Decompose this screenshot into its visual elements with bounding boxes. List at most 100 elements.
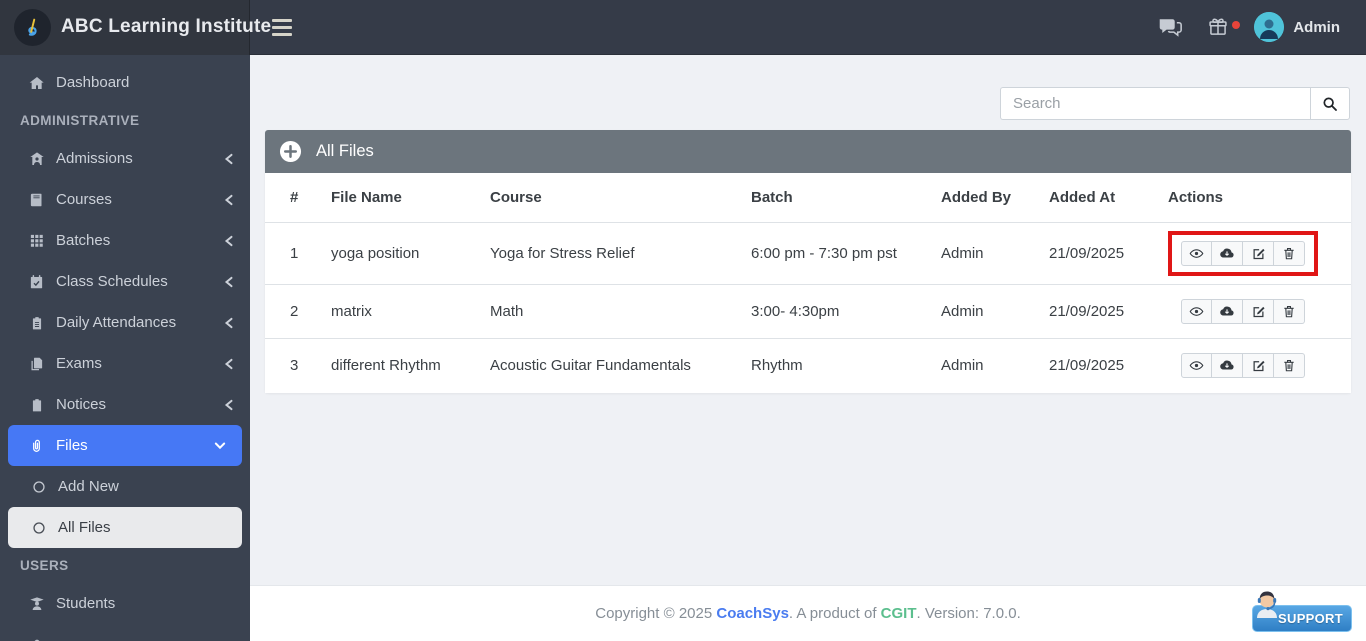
- table-row: 2 matrix Math 3:00- 4:30pm Admin 21/09/2…: [265, 285, 1351, 339]
- student-icon: [28, 596, 45, 612]
- grid-icon: [28, 233, 45, 248]
- col-batch: Batch: [751, 173, 941, 223]
- cell-file-name: yoga position: [331, 223, 490, 285]
- gifts-icon[interactable]: [1208, 17, 1228, 37]
- cell-actions: [1168, 339, 1351, 393]
- main-content: All Files # File Name Course Batch Added…: [250, 55, 1366, 641]
- support-agent-icon: [1250, 588, 1284, 627]
- cell-num: 2: [265, 285, 331, 339]
- download-button[interactable]: [1212, 353, 1243, 378]
- top-navbar: ABC Learning Institute: [0, 0, 1366, 55]
- sidebar-item-add-new[interactable]: Add New: [0, 466, 250, 507]
- sidebar-item-students[interactable]: Students: [0, 583, 250, 624]
- clipboard-icon: [28, 397, 45, 413]
- cell-course: Yoga for Stress Relief: [490, 223, 751, 285]
- col-actions: Actions: [1168, 173, 1351, 223]
- col-added-by: Added By: [941, 173, 1049, 223]
- panel-header: All Files: [265, 130, 1351, 173]
- brand-title: ABC Learning Institute: [61, 16, 271, 38]
- clipboard-list-icon: [28, 315, 45, 331]
- chevron-left-icon: [224, 276, 234, 288]
- cell-course: Math: [490, 285, 751, 339]
- view-button[interactable]: [1181, 299, 1212, 324]
- avatar: [1254, 12, 1284, 42]
- col-added-at: Added At: [1049, 173, 1168, 223]
- sidebar-item-daily-attendances[interactable]: Daily Attendances: [0, 302, 250, 343]
- download-button[interactable]: [1212, 241, 1243, 266]
- table-row: 3 different Rhythm Acoustic Guitar Funda…: [265, 339, 1351, 393]
- trash-icon: [1282, 304, 1296, 319]
- cell-num: 3: [265, 339, 331, 393]
- view-button[interactable]: [1181, 353, 1212, 378]
- circle-icon: [30, 521, 47, 535]
- edit-button[interactable]: [1243, 353, 1274, 378]
- cloud-download-icon: [1219, 304, 1235, 319]
- sidebar-toggle-icon[interactable]: [272, 19, 292, 36]
- edit-icon: [1251, 246, 1266, 261]
- chevron-left-icon: [224, 235, 234, 247]
- sidebar-item-exams[interactable]: Exams: [0, 343, 250, 384]
- cell-added-by: Admin: [941, 285, 1049, 339]
- search-button[interactable]: [1310, 87, 1350, 120]
- copy-icon: [28, 356, 45, 372]
- search-input[interactable]: [1000, 87, 1310, 120]
- chevron-left-icon: [224, 317, 234, 329]
- home-icon: [28, 75, 45, 91]
- delete-button[interactable]: [1274, 299, 1305, 324]
- cell-course: Acoustic Guitar Fundamentals: [490, 339, 751, 393]
- edit-button[interactable]: [1243, 299, 1274, 324]
- cell-added-at: 21/09/2025: [1049, 339, 1168, 393]
- brand[interactable]: ABC Learning Institute: [0, 0, 250, 55]
- search-icon: [1322, 96, 1338, 112]
- col-num: #: [265, 173, 331, 223]
- sidebar-item-batches[interactable]: Batches: [0, 220, 250, 261]
- cell-actions: [1168, 285, 1351, 339]
- sidebar-item-all-files[interactable]: All Files: [8, 507, 242, 548]
- sidebar-item-admissions[interactable]: Admissions: [0, 138, 250, 179]
- coachsys-link[interactable]: CoachSys: [716, 605, 789, 622]
- eye-icon: [1189, 304, 1204, 319]
- paperclip-icon: [28, 438, 45, 454]
- col-course: Course: [490, 173, 751, 223]
- delete-button[interactable]: [1274, 241, 1305, 266]
- chevron-left-icon: [224, 194, 234, 206]
- cloud-download-icon: [1219, 246, 1235, 261]
- support-button[interactable]: SUPPORT: [1252, 605, 1352, 632]
- calendar-check-icon: [28, 274, 45, 290]
- panel-title: All Files: [316, 142, 374, 161]
- app-logo-icon: [14, 9, 51, 46]
- sidebar-item-dashboard[interactable]: Dashboard: [0, 62, 250, 103]
- eye-icon: [1189, 358, 1204, 373]
- messages-icon[interactable]: [1158, 17, 1182, 37]
- sidebar-item-partial[interactable]: [0, 624, 250, 641]
- edit-button[interactable]: [1243, 241, 1274, 266]
- chevron-left-icon: [224, 153, 234, 165]
- view-button[interactable]: [1181, 241, 1212, 266]
- trash-icon: [1282, 358, 1296, 373]
- cell-added-by: Admin: [941, 223, 1049, 285]
- highlight-box: [1168, 231, 1318, 276]
- chevron-left-icon: [224, 358, 234, 370]
- sidebar-section-administrative: ADMINISTRATIVE: [0, 103, 250, 138]
- sidebar-item-files[interactable]: Files: [8, 425, 242, 466]
- download-button[interactable]: [1212, 299, 1243, 324]
- sidebar-item-class-schedules[interactable]: Class Schedules: [0, 261, 250, 302]
- notification-dot: [1232, 21, 1240, 29]
- user-menu[interactable]: Admin: [1254, 12, 1340, 42]
- cell-added-by: Admin: [941, 339, 1049, 393]
- col-file-name: File Name: [331, 173, 490, 223]
- cell-batch: 3:00- 4:30pm: [751, 285, 941, 339]
- search-group: [1000, 87, 1350, 120]
- cell-added-at: 21/09/2025: [1049, 285, 1168, 339]
- cell-file-name: matrix: [331, 285, 490, 339]
- sidebar-item-notices[interactable]: Notices: [0, 384, 250, 425]
- sidebar-section-users: USERS: [0, 548, 250, 583]
- delete-button[interactable]: [1274, 353, 1305, 378]
- user-icon: [28, 637, 45, 641]
- cgit-link[interactable]: CGIT: [881, 605, 917, 622]
- sidebar-item-courses[interactable]: Courses: [0, 179, 250, 220]
- copyright-text: Copyright © 2025 CoachSys. A product of …: [595, 605, 1020, 622]
- admission-icon: [28, 151, 45, 167]
- table-header-row: # File Name Course Batch Added By Added …: [265, 173, 1351, 223]
- add-file-icon[interactable]: [279, 140, 302, 163]
